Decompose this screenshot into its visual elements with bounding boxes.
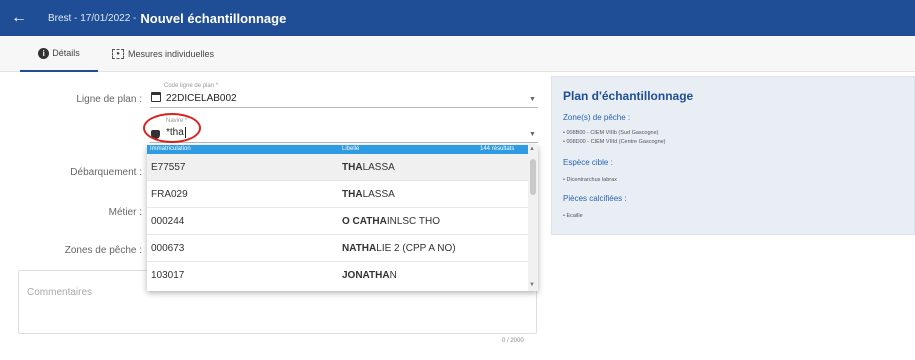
- measure-icon: ●: [112, 49, 124, 59]
- dropdown-option[interactable]: 103017 JONATHAN: [147, 262, 528, 289]
- header-libelle: Libellé: [342, 146, 360, 152]
- tab-mesures[interactable]: ● Mesures individuelles: [112, 36, 214, 72]
- option-libelle: THALASSA: [342, 189, 395, 200]
- debarquement-label: Débarquement :: [70, 167, 142, 178]
- pieces-label: Pièces calcifiées :: [563, 194, 627, 203]
- tab-details[interactable]: i Détails: [20, 36, 98, 72]
- dropdown-scrollbar[interactable]: ▲ ▼: [528, 145, 538, 291]
- espece-label: Espèce cible :: [563, 158, 613, 167]
- scroll-down-icon[interactable]: ▼: [529, 282, 535, 288]
- plan-title: Plan d'échantillonnage: [563, 89, 694, 103]
- option-libelle: JONATHAN: [342, 270, 397, 281]
- option-immatriculation: 103017: [151, 270, 185, 281]
- zone-item: • 008B00 - CIEM VIIIb (Sud Gascogne): [563, 130, 659, 136]
- header-result-count: 144 résultats: [480, 146, 515, 152]
- option-immatriculation: 000244: [151, 216, 185, 227]
- option-immatriculation: E77557: [151, 162, 186, 173]
- ligne-plan-dropdown-caret-icon[interactable]: ▼: [529, 96, 536, 103]
- scrollbar-thumb[interactable]: [530, 159, 536, 195]
- highlight-circle: [143, 113, 201, 143]
- page-title: Nouvel échantillonnage: [140, 10, 287, 26]
- espece-item: • Dicentrarchus labrax: [563, 177, 617, 183]
- dropdown-option[interactable]: 000244 O CATHAINLSC THO: [147, 208, 528, 235]
- tab-details-label: Détails: [52, 48, 80, 58]
- breadcrumb: Brest - 17/01/2022 -: [48, 12, 137, 24]
- metier-label: Métier :: [108, 207, 142, 218]
- back-arrow-icon[interactable]: ←: [4, 9, 34, 27]
- navire-autocomplete-panel: Immatriculation Libellé 144 résultats E7…: [147, 145, 538, 291]
- pieces-item: • Ecaille: [563, 213, 583, 219]
- zones-label: Zone(s) de pêche :: [563, 113, 631, 122]
- plan-echantillonnage-card: Plan d'échantillonnage Zone(s) de pêche …: [551, 76, 915, 235]
- app-header: ← Brest - 17/01/2022 - Nouvel échantillo…: [0, 0, 915, 36]
- info-icon: i: [38, 47, 50, 59]
- ligne-plan-input[interactable]: 22DICELAB002: [166, 93, 237, 104]
- navire-underline: [150, 142, 538, 143]
- zone-item: • 008D00 - CIEM VIIId (Centre Gascogne): [563, 139, 666, 145]
- dropdown-header: Immatriculation Libellé 144 résultats: [147, 145, 528, 154]
- comments-placeholder: Commentaires: [27, 287, 93, 298]
- option-libelle: O CATHAINLSC THO: [342, 216, 440, 227]
- option-libelle: THALASSA: [342, 162, 395, 173]
- dropdown-option[interactable]: 000673 NATHALIE 2 (CPP A NO): [147, 235, 528, 262]
- header-immatriculation: Immatriculation: [150, 146, 191, 152]
- dropdown-option[interactable]: FRA029 THALASSA: [147, 181, 528, 208]
- tab-bar: i Détails ● Mesures individuelles: [0, 36, 915, 72]
- zones-peche-label: Zones de pêche :: [64, 245, 142, 256]
- calendar-icon: [151, 92, 161, 102]
- ligne-plan-small-label: Code ligne de plan *: [164, 83, 219, 89]
- option-immatriculation: 000673: [151, 243, 185, 254]
- option-immatriculation: FRA029: [151, 189, 188, 200]
- tab-mesures-label: Mesures individuelles: [128, 49, 215, 59]
- ligne-plan-underline: [150, 107, 538, 108]
- ligne-plan-label: Ligne de plan :: [76, 94, 142, 105]
- scroll-up-icon[interactable]: ▲: [529, 146, 535, 152]
- comments-counter: 0 / 2000: [502, 338, 524, 344]
- dropdown-option[interactable]: E77557 THALASSA: [147, 154, 528, 181]
- option-libelle: NATHALIE 2 (CPP A NO): [342, 243, 456, 254]
- navire-dropdown-caret-icon[interactable]: ▼: [529, 131, 536, 138]
